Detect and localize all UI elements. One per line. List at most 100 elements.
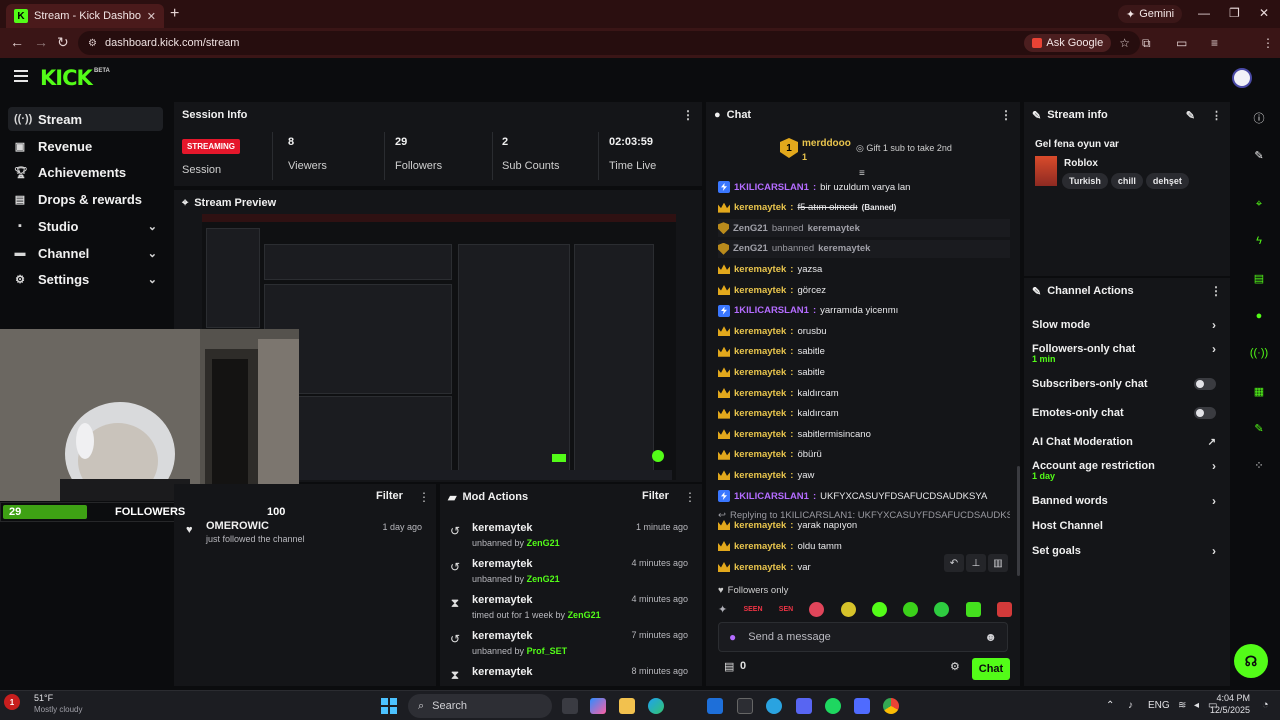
clock-time[interactable]: 4:04 PM	[1214, 693, 1250, 703]
wrench-icon[interactable]: ✎	[1247, 416, 1271, 440]
slow-mode-row[interactable]: Slow mode ›	[1032, 312, 1216, 338]
follower-name[interactable]: OMEROWIC	[206, 520, 269, 532]
filter-button[interactable]: Filter	[376, 490, 403, 502]
more-options-icon[interactable]: ⋮	[418, 490, 430, 504]
chat-username[interactable]: ZenG21	[733, 223, 768, 234]
category-name[interactable]: Roblox	[1064, 158, 1098, 169]
bolt-icon[interactable]: ϟ	[1247, 229, 1271, 253]
emote-2[interactable]	[840, 601, 856, 617]
chat-username[interactable]: keremaytek	[734, 326, 786, 337]
tray-chevron-icon[interactable]: ⌃	[1106, 700, 1114, 711]
cast-icon[interactable]: ▭	[1176, 36, 1187, 50]
edge-icon[interactable]	[648, 698, 664, 714]
chat-username[interactable]: keremaytek	[734, 202, 786, 213]
chat-username[interactable]: 1KILICARSLAN1	[734, 305, 809, 316]
pin-icon[interactable]: ⊥	[966, 554, 986, 572]
chat-username[interactable]: keremaytek	[734, 346, 786, 357]
chat-message-input[interactable]	[748, 631, 973, 643]
discord-icon[interactable]	[796, 698, 812, 714]
chat-message[interactable]: keremaytek: kaldırcam	[718, 405, 1010, 423]
add-widget-icon[interactable]: ⁘	[1247, 453, 1271, 477]
emote-pinwheel[interactable]: ✦	[718, 603, 727, 616]
chat-message[interactable]: 1KILICARSLAN1: bir uzuldum varya lan	[718, 178, 1010, 196]
spotify-icon[interactable]	[825, 698, 841, 714]
weather-condition[interactable]: Mostly cloudy	[34, 705, 82, 714]
chat-username[interactable]: ZenG21	[733, 243, 768, 254]
tag[interactable]: dehşet	[1145, 173, 1189, 189]
chat-username[interactable]: keremaytek	[734, 285, 786, 296]
mod-event-line[interactable]: ZenG21 banned keremaytek	[718, 219, 1010, 238]
chat-message[interactable]: keremaytek: oldu tamm	[718, 537, 1010, 555]
mod-target[interactable]: keremaytek	[472, 630, 533, 642]
chat-username[interactable]: keremaytek	[734, 470, 786, 481]
chat-message[interactable]: keremaytek: sabitle	[718, 363, 1010, 381]
tag[interactable]: Turkish	[1062, 173, 1108, 189]
chat-username[interactable]: keremaytek	[734, 541, 786, 552]
more-options-icon[interactable]: ⋮	[1000, 108, 1012, 122]
volume-icon[interactable]: ◂	[1194, 700, 1199, 711]
back-icon[interactable]: ←	[10, 34, 24, 50]
host-channel-row[interactable]: Host Channel	[1032, 513, 1216, 539]
chat-message[interactable]: keremaytek: sabitle	[718, 343, 1010, 361]
account-age-row[interactable]: Account age restriction 1 day ›	[1032, 453, 1216, 481]
notes-icon[interactable]: ▤	[1247, 266, 1271, 290]
more-options-icon[interactable]: ⋮	[1211, 109, 1222, 122]
chat-username[interactable]: keremaytek	[734, 408, 786, 419]
browser-tab[interactable]: K Stream - Kick Dashboard ✕	[6, 4, 164, 28]
sidebar-item-drops[interactable]: ▤ Drops & rewards	[8, 187, 163, 211]
sidebar-item-studio[interactable]: ▪ Studio ⌄	[8, 214, 163, 238]
emote-sen[interactable]: SEN	[779, 606, 793, 613]
task-view-icon[interactable]	[562, 698, 578, 714]
sidebar-item-stream[interactable]: ((·)) Stream	[8, 107, 163, 131]
chat-username[interactable]: keremaytek	[734, 367, 786, 378]
omnibox[interactable]: ⚙ dashboard.kick.com/stream Ask Google ☆	[78, 31, 1140, 55]
send-chat-button[interactable]: Chat	[972, 658, 1010, 680]
forward-icon[interactable]: →	[34, 34, 48, 50]
chrome-icon[interactable]	[883, 698, 899, 714]
emotes-only-toggle[interactable]	[1194, 407, 1216, 419]
reply-icon[interactable]: ↶	[944, 554, 964, 572]
chat-message[interactable]: keremaytek: orusbu	[718, 322, 1010, 340]
mod-actor[interactable]: ZenG21	[568, 610, 601, 620]
followers-only-row[interactable]: Followers-only chat 1 min ›	[1032, 336, 1216, 364]
more-options-icon[interactable]: ⋮	[682, 108, 694, 122]
mod-actor[interactable]: ZenG21	[527, 538, 560, 548]
mod-actor[interactable]: Prof_SET	[527, 646, 568, 656]
emote-6[interactable]	[965, 601, 981, 617]
reload-icon[interactable]: ↻	[57, 34, 69, 51]
extensions-icon[interactable]: ⧉	[1142, 36, 1151, 51]
chat-message[interactable]: 1KILICARSLAN1: yarramıda yicenmı	[718, 302, 1010, 320]
emote-seen[interactable]: SEEN	[743, 606, 762, 613]
user-avatar[interactable]	[1232, 68, 1252, 88]
chat-message[interactable]: 1KILICARSLAN1: UKFYXCASUYFDSAFUCDSAUDKSYA	[718, 487, 1010, 505]
chat-toggle-icon[interactable]: ●	[1247, 304, 1271, 328]
close-window-icon[interactable]: ✕	[1259, 6, 1269, 20]
chat-message[interactable]: keremaytek: f5 atım olmedı (Banned)	[718, 199, 1010, 217]
chat-message[interactable]: keremaytek: var ↶ ⊥ ▥	[718, 554, 1010, 576]
store-icon[interactable]	[707, 698, 723, 714]
microphone-icon[interactable]: ●	[729, 630, 736, 644]
emoji-icon[interactable]: ☻	[984, 630, 997, 644]
new-tab-button[interactable]: +	[170, 5, 179, 23]
browser-menu-icon[interactable]: ⋮	[1262, 36, 1274, 50]
emote-4[interactable]	[903, 601, 919, 617]
gift-sub-hint[interactable]: ◎ Gift 1 sub to take 2nd	[856, 143, 952, 154]
chat-message[interactable]: keremaytek: yarak napıyon	[718, 516, 1010, 534]
mod-target[interactable]: keremaytek	[472, 594, 533, 606]
language-indicator[interactable]: ENG	[1148, 700, 1170, 711]
chat-message[interactable]: keremaytek: sabitlermisincano	[718, 425, 1010, 443]
url-text[interactable]: dashboard.kick.com/stream	[105, 37, 1016, 49]
chat-settings-icon[interactable]: ⚙	[950, 660, 960, 673]
wifi-icon[interactable]: ≋	[1178, 700, 1186, 711]
taskbar-search[interactable]: ⌕ Search	[408, 694, 552, 718]
site-info-icon[interactable]: ⚙	[88, 38, 97, 49]
broadcast-icon[interactable]: ((·))	[1247, 341, 1271, 365]
sidebar-item-settings[interactable]: ⚙ Settings ⌄	[8, 267, 163, 291]
chat-message[interactable]: keremaytek: yaw	[718, 466, 1010, 484]
restore-icon[interactable]: ❐	[1229, 6, 1240, 20]
tag[interactable]: chill	[1110, 173, 1143, 189]
set-goals-row[interactable]: Set goals ›	[1032, 538, 1216, 564]
chat-scrollbar[interactable]	[1017, 466, 1020, 576]
chat-message[interactable]: keremaytek: görcez	[718, 281, 1010, 299]
emote-5[interactable]	[934, 601, 950, 617]
